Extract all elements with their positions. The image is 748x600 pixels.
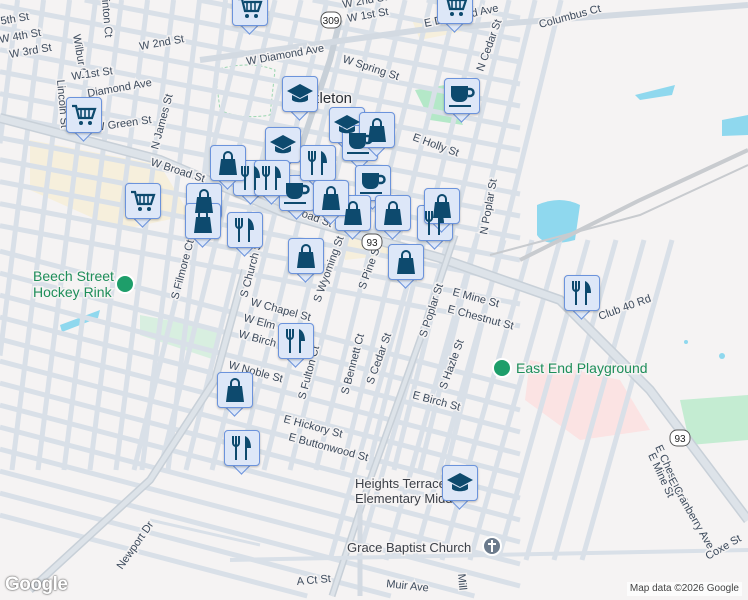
shopping-cart-icon xyxy=(446,0,468,16)
street-label: E Cranberry Ave xyxy=(665,476,716,552)
restaurant-icon xyxy=(572,281,591,305)
restaurant-icon xyxy=(232,436,251,460)
marker-box xyxy=(288,238,324,274)
street-label: Columbus Ct xyxy=(538,3,603,31)
school-icon xyxy=(270,135,296,154)
map-marker-cup[interactable] xyxy=(444,78,480,123)
map-stage: W 5th StW 4th StW 3rd StWilbur Ctinton C… xyxy=(0,0,748,600)
shopping-bag-icon xyxy=(433,194,451,218)
restaurant-icon xyxy=(262,166,281,190)
shopping-cart-icon xyxy=(72,104,97,125)
map-marker-cap[interactable] xyxy=(282,76,318,121)
route-number: 93 xyxy=(366,238,378,249)
map-marker-cap[interactable] xyxy=(442,465,478,510)
marker-box xyxy=(300,145,336,181)
shopping-bag-icon xyxy=(344,201,362,225)
shopping-bag-icon xyxy=(397,250,415,274)
shopping-cart-icon xyxy=(238,0,263,18)
restaurant-icon xyxy=(235,218,254,242)
poi-label: Hockey Rink xyxy=(33,284,113,300)
map-marker-cart[interactable] xyxy=(437,0,473,33)
cafe-icon xyxy=(449,86,475,107)
school-icon xyxy=(447,473,473,492)
map-marker-fork[interactable] xyxy=(278,323,314,368)
map-marker-cart[interactable] xyxy=(232,0,268,35)
park-icon xyxy=(115,274,135,294)
poi-label: East End Playground xyxy=(516,360,648,376)
marker-box xyxy=(125,183,161,219)
marker-box xyxy=(388,244,424,280)
poi-east-end-playground[interactable]: East End Playground xyxy=(492,358,649,378)
marker-box xyxy=(185,203,221,239)
marker-box xyxy=(444,78,480,114)
marker-box xyxy=(279,175,315,211)
route-shield: 309 xyxy=(320,11,342,29)
street-label: Mill xyxy=(455,573,468,590)
marker-box xyxy=(66,97,102,133)
map-marker-bag[interactable] xyxy=(217,372,253,417)
shopping-bag-icon xyxy=(219,151,237,175)
map-marker-cart[interactable] xyxy=(125,183,161,228)
shopping-bag-icon xyxy=(194,209,212,233)
map-marker-cart[interactable] xyxy=(66,97,102,142)
shopping-bag-icon xyxy=(322,186,340,210)
poi-label: Grace Baptist Church xyxy=(347,540,471,555)
map-marker-cup[interactable] xyxy=(279,175,315,220)
street-label: W Green St xyxy=(94,114,153,134)
street-label: inton Ct xyxy=(99,0,114,38)
city-label: zleton xyxy=(312,90,352,107)
marker-box xyxy=(442,465,478,501)
map-marker-bag[interactable] xyxy=(388,244,424,289)
marker-box xyxy=(437,0,473,24)
street-label: A Ct St xyxy=(296,573,331,588)
marker-box xyxy=(217,372,253,408)
poi-hockey-rink[interactable]: Beech Street Hockey Rink xyxy=(32,267,135,302)
marker-box xyxy=(355,165,391,201)
school-icon xyxy=(287,84,313,103)
cafe-icon xyxy=(284,183,310,204)
map-marker-bag[interactable] xyxy=(185,203,221,248)
marker-box xyxy=(227,212,263,248)
marker-box xyxy=(265,127,301,163)
park-icon xyxy=(492,358,512,378)
marker-box xyxy=(224,430,260,466)
poi-label: Heights Terrace xyxy=(355,476,446,491)
shopping-bag-icon xyxy=(384,201,402,225)
map-attribution[interactable]: Map data ©2026 Google xyxy=(626,582,742,596)
route-shield: 93 xyxy=(669,429,691,447)
map-marker-bag[interactable] xyxy=(288,238,324,283)
map-marker-bag[interactable] xyxy=(375,195,411,240)
shopping-bag-icon xyxy=(368,118,386,142)
poi-label: Beech Street xyxy=(33,268,114,284)
shopping-bag-icon xyxy=(297,244,315,268)
marker-box xyxy=(564,275,600,311)
google-logo: Google xyxy=(5,574,68,595)
marker-box xyxy=(232,0,268,26)
cafe-icon xyxy=(360,173,386,194)
street-label: Club 40 Rd xyxy=(597,293,653,323)
marker-box xyxy=(282,76,318,112)
shopping-bag-icon xyxy=(226,378,244,402)
map-marker-fork[interactable] xyxy=(227,212,263,257)
map-marker-fork[interactable] xyxy=(224,430,260,475)
map-marker-fork[interactable] xyxy=(564,275,600,320)
route-number: 309 xyxy=(323,16,340,27)
route-number: 93 xyxy=(674,434,686,445)
marker-box xyxy=(375,195,411,231)
map-canvas[interactable]: W 5th StW 4th StW 3rd StWilbur Ctinton C… xyxy=(0,0,748,600)
shopping-cart-icon xyxy=(131,190,156,211)
restaurant-icon xyxy=(308,151,327,175)
marker-box xyxy=(278,323,314,359)
restaurant-icon xyxy=(286,329,305,353)
